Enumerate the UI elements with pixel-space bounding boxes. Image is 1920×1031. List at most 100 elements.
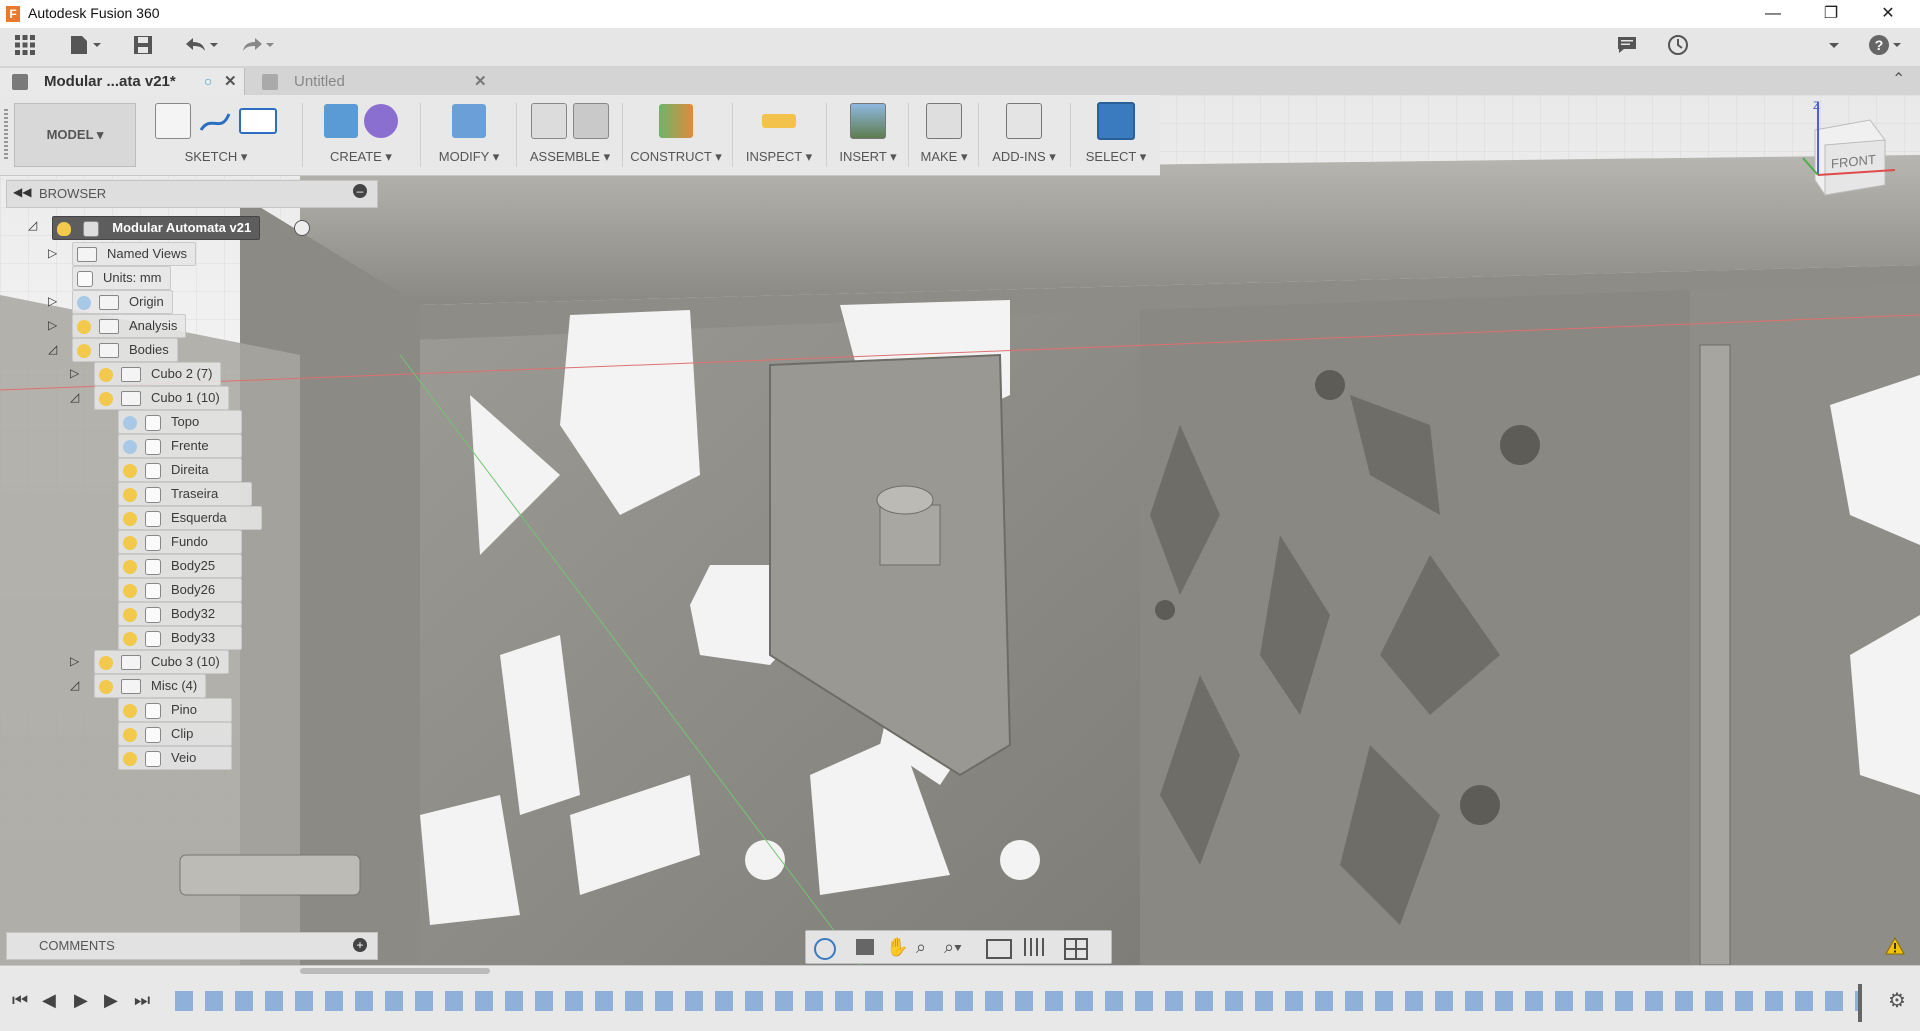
rectangle-tool-icon[interactable] [239,108,277,134]
job-status-clock-icon[interactable] [1665,34,1691,60]
account-dropdown-icon[interactable] [1825,34,1843,60]
expand-collapse-icon[interactable]: ◿ [28,218,40,232]
timeline-features[interactable] [170,991,1860,1011]
save-icon[interactable] [130,34,156,60]
visibility-bulb-icon[interactable] [123,583,137,598]
add-ins-group[interactable]: ADD-INS ▾ [982,99,1066,171]
help-icon[interactable]: ? [1866,34,1906,60]
assemble-group[interactable]: ASSEMBLE ▾ [520,99,620,171]
tree-item-named-views[interactable]: Named Views [72,242,196,266]
visibility-bulb-icon[interactable] [123,535,137,550]
visibility-bulb-icon[interactable] [77,343,91,358]
visibility-bulb-icon[interactable] [123,487,137,502]
collapse-browser-icon[interactable]: ◀◀ [13,185,31,199]
expand-icon[interactable]: ▷ [70,654,82,668]
look-at-icon[interactable] [856,939,874,955]
timeline-marker[interactable] [1858,984,1862,1022]
collapse-icon[interactable]: ◿ [70,678,82,692]
fit-zoom-icon[interactable]: ⌕▾ [944,937,962,958]
play-icon[interactable]: ▶ [74,990,88,1011]
tree-item-pino[interactable]: Pino [118,698,232,722]
toolbar-grip[interactable] [4,109,8,159]
comments-toggle-icon[interactable] [1614,34,1640,60]
viewports-icon[interactable] [1064,938,1088,960]
visibility-bulb-icon[interactable] [123,439,137,454]
create-sketch-icon[interactable] [155,103,191,139]
go-to-start-icon[interactable]: ⏮ [12,990,28,1011]
expand-icon[interactable]: ▷ [48,294,60,308]
step-forward-icon[interactable]: ▶ [104,990,118,1011]
data-panel-grid-icon[interactable] [12,34,38,60]
create-group[interactable]: CREATE ▾ [306,99,416,171]
tree-item-cubo-1[interactable]: Cubo 1 (10) [94,386,229,410]
tab-untitled[interactable]: Untitled ✕ [246,68,496,95]
tree-item-fundo[interactable]: Fundo [118,530,242,554]
extrude-icon[interactable] [324,104,358,138]
measure-icon[interactable] [762,114,796,128]
visibility-bulb-icon[interactable] [57,221,71,236]
tree-item-body26[interactable]: Body26 [118,578,242,602]
inspect-group[interactable]: INSPECT ▾ [736,99,822,171]
visibility-bulb-icon[interactable] [77,319,91,334]
add-comment-icon[interactable]: + [353,938,367,952]
visibility-bulb-icon[interactable] [123,631,137,646]
warning-icon[interactable] [1885,936,1905,955]
tree-item-cubo-2[interactable]: Cubo 2 (7) [94,362,222,386]
construct-group[interactable]: CONSTRUCT ▾ [626,99,726,171]
visibility-bulb-icon[interactable] [77,295,91,310]
visibility-bulb-icon[interactable] [123,463,137,478]
modify-group[interactable]: MODIFY ▾ [424,99,514,171]
timeline-scrollbar[interactable] [300,968,490,974]
visibility-bulb-icon[interactable] [99,655,113,670]
visibility-bulb-icon[interactable] [99,679,113,694]
tree-item-origin[interactable]: Origin [72,290,173,314]
tree-item-body33[interactable]: Body33 [118,626,242,650]
tree-root[interactable]: Modular Automata v21 [52,216,261,240]
grid-settings-icon[interactable] [1024,938,1044,956]
visibility-bulb-icon[interactable] [99,367,113,382]
pan-hand-icon[interactable]: ✋ [886,937,908,958]
step-back-icon[interactable]: ◀ [42,990,56,1011]
orbit-icon[interactable] [814,938,836,960]
press-pull-icon[interactable] [452,104,486,138]
new-component-icon[interactable] [531,103,567,139]
collapse-chevron-up-icon[interactable]: ⌃ [1892,70,1912,90]
comments-panel[interactable]: COMMENTS + [6,932,378,960]
tree-item-traseira[interactable]: Traseira [118,482,252,506]
close-icon[interactable]: ✕ [1860,0,1916,28]
tree-item-direita[interactable]: Direita [118,458,242,482]
sketch-group[interactable]: SKETCH ▾ [136,99,296,171]
activate-radio-icon[interactable] [294,220,310,236]
select-cursor-icon[interactable] [1097,102,1135,140]
expand-icon[interactable]: ▷ [48,318,60,332]
undo-icon[interactable] [180,34,220,60]
visibility-bulb-icon[interactable] [123,703,137,718]
insert-image-icon[interactable] [850,103,886,139]
tab-modular-automata[interactable]: Modular ...ata v21* ○ ✕ [0,68,245,95]
select-group[interactable]: SELECT ▾ [1074,99,1158,171]
restore-icon[interactable]: ❐ [1803,0,1859,28]
visibility-bulb-icon[interactable] [99,391,113,406]
tree-item-frente[interactable]: Frente [118,434,242,458]
tree-item-esquerda[interactable]: Esquerda [118,506,262,530]
display-settings-icon[interactable] [986,939,1012,959]
collapse-icon[interactable]: ◿ [70,390,82,404]
workspace-switcher-button[interactable]: MODEL ▾ [14,103,136,167]
go-to-end-icon[interactable]: ⏭ [134,990,150,1011]
close-tab-icon[interactable]: ✕ [224,68,237,95]
tree-item-analysis[interactable]: Analysis [72,314,187,338]
tree-item-units[interactable]: Units: mm [72,266,171,290]
browser-header[interactable]: ◀◀ BROWSER – [6,180,378,208]
visibility-bulb-icon[interactable] [123,559,137,574]
tree-item-body25[interactable]: Body25 [118,554,242,578]
scripts-gear-icon[interactable] [1006,103,1042,139]
timeline-settings-gear-icon[interactable]: ⚙ [1888,988,1906,1013]
visibility-bulb-icon[interactable] [123,607,137,622]
tree-item-body32[interactable]: Body32 [118,602,242,626]
make-group[interactable]: MAKE ▾ [912,99,976,171]
view-cube[interactable]: Z FRONT [1775,100,1915,220]
collapse-icon[interactable]: ◿ [48,342,60,356]
browser-pin-icon[interactable]: – [353,184,367,198]
tree-item-veio[interactable]: Veio [118,746,232,770]
line-tool-icon[interactable] [197,104,233,138]
